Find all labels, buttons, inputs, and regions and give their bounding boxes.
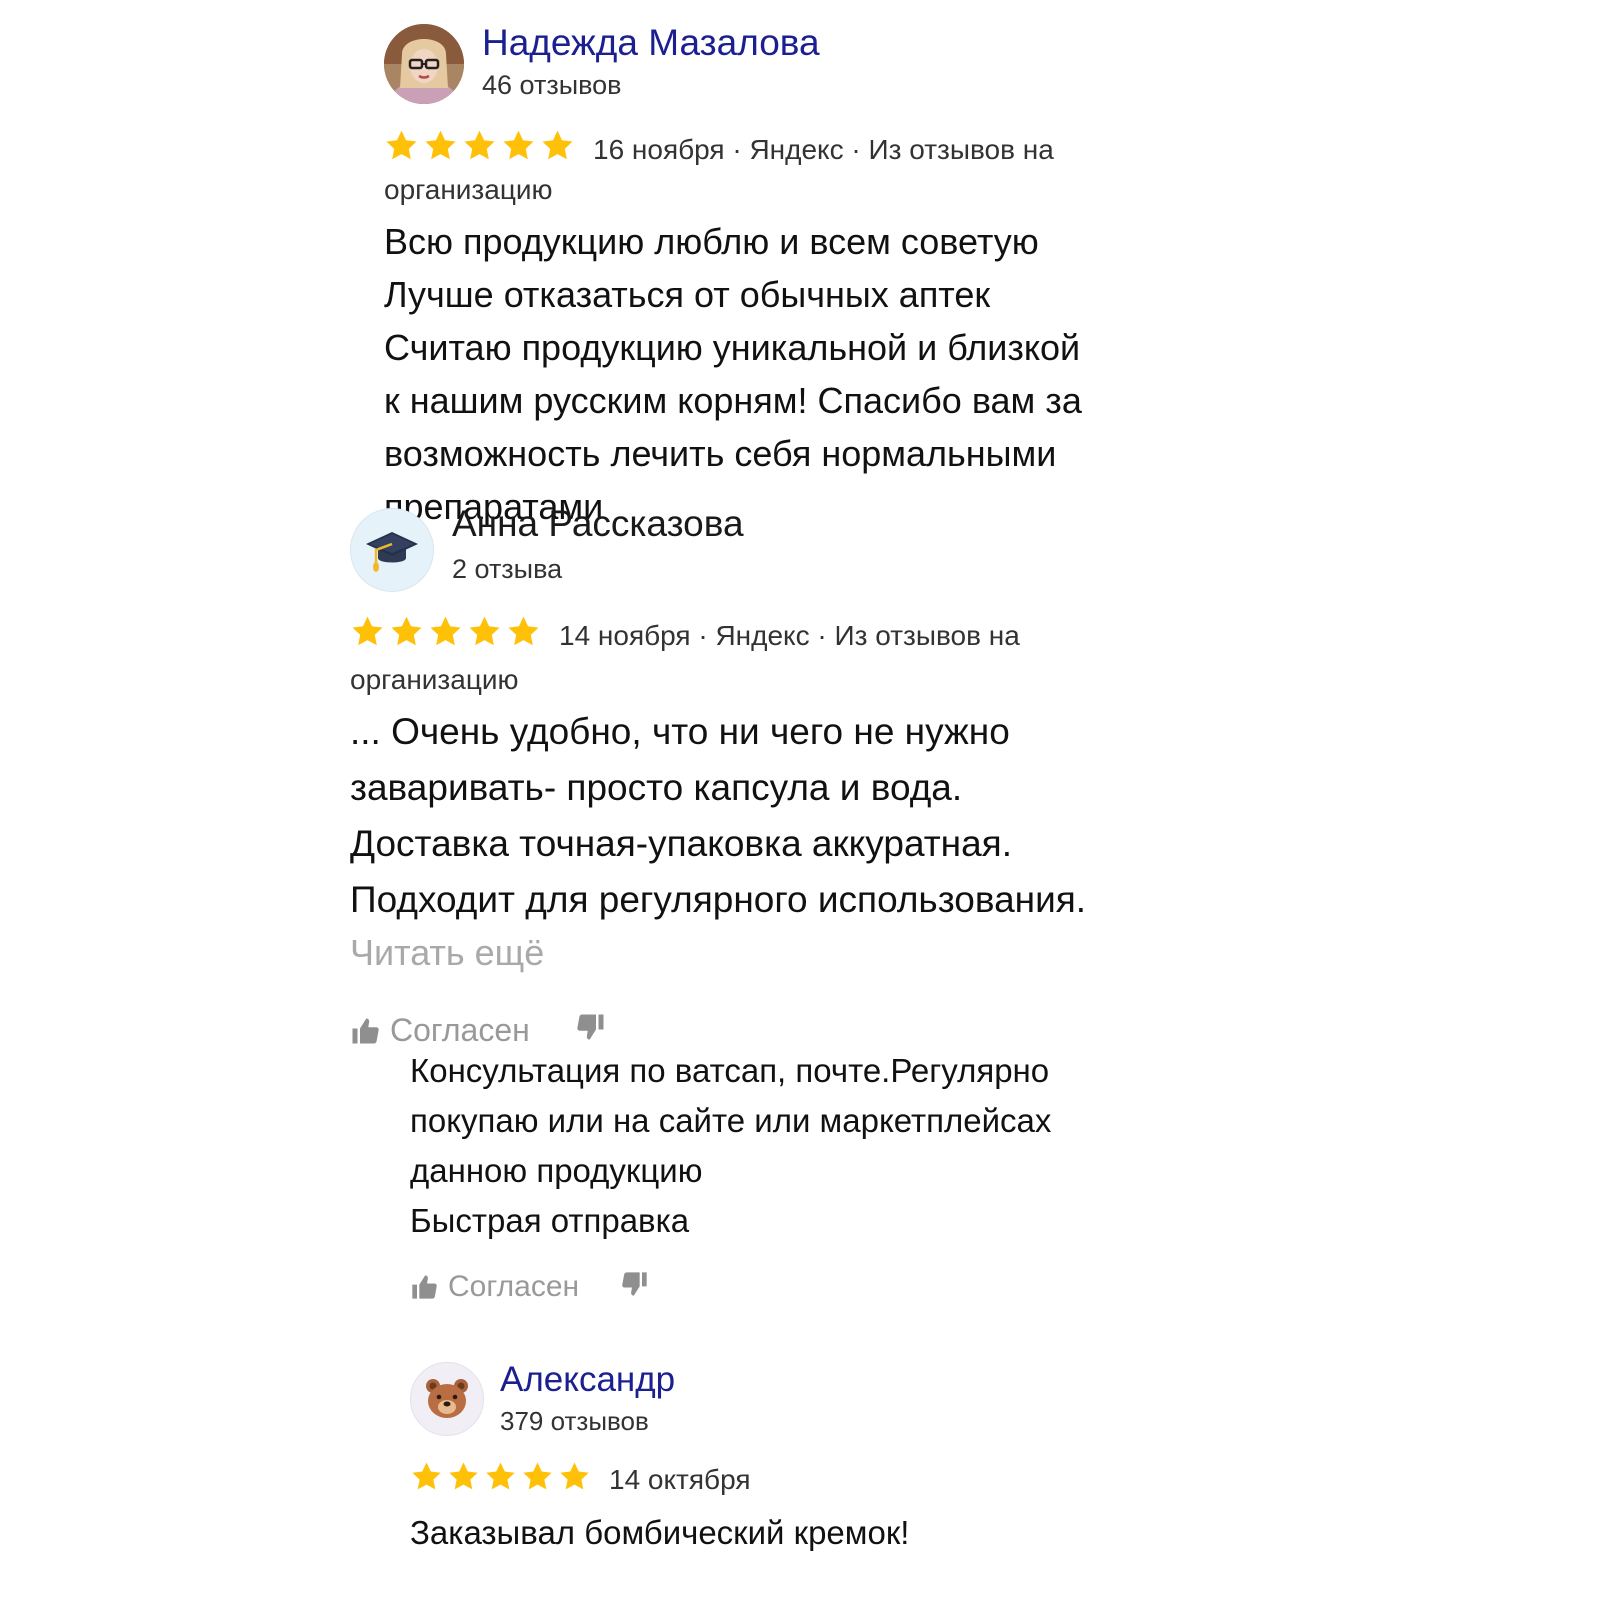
- review-date: 14 октября: [609, 1464, 751, 1495]
- author-name[interactable]: Анна Рассказова: [452, 503, 744, 545]
- rating-stars: [384, 128, 575, 163]
- read-more-link[interactable]: Читать ещё: [350, 932, 544, 974]
- rating-stars: [350, 614, 541, 649]
- review-text-line: Считаю продукцию уникальной и близкой: [384, 327, 1081, 368]
- review-date-source: 14 ноября · Яндекс · Из отзывов на: [559, 620, 1020, 651]
- thumbs-down-icon[interactable]: [621, 1270, 649, 1298]
- review-count: 379 отзывов: [500, 1406, 649, 1436]
- review-text-line: покупаю или на сайте или маркетплейсах: [410, 1102, 1052, 1139]
- avatar[interactable]: [384, 24, 464, 104]
- star-icon: [484, 1460, 517, 1493]
- star-icon: [521, 1460, 554, 1493]
- star-icon: [540, 128, 575, 163]
- review-text-line: Лучше отказаться от обычных аптек: [384, 274, 991, 315]
- star-icon: [410, 1460, 443, 1493]
- user-photo-icon: [384, 24, 464, 104]
- review-text-line: Быстрая отправка: [410, 1202, 690, 1239]
- star-icon: [501, 128, 536, 163]
- star-icon: [423, 128, 458, 163]
- author-name[interactable]: Надежда Мазалова: [482, 22, 820, 64]
- star-icon: [467, 614, 502, 649]
- thumbs-up-icon[interactable]: [350, 1016, 380, 1046]
- review-date-source: 16 ноября · Яндекс · Из отзывов на: [593, 134, 1054, 165]
- graduation-cap-icon: [366, 532, 418, 572]
- review-text-line: Заказывал бомбический кремок!: [410, 1514, 910, 1551]
- review-meta: 14 ноября · Яндекс · Из отзывов на орган…: [350, 614, 1020, 702]
- vote-controls: Согласен: [410, 1270, 649, 1304]
- review-text-line: Консультация по ватсап, почте.Регулярно: [410, 1052, 1050, 1089]
- rating-stars: [410, 1460, 591, 1493]
- vote-controls: Согласен: [350, 1012, 606, 1049]
- review-text-line: ... Очень удобно, что ни чего не нужно: [350, 711, 1010, 752]
- star-icon: [462, 128, 497, 163]
- star-icon: [384, 128, 419, 163]
- star-icon: [558, 1460, 591, 1493]
- thumbs-down-icon[interactable]: [576, 1012, 606, 1042]
- thumbs-up-icon[interactable]: [410, 1273, 438, 1301]
- review-meta: 14 октября: [410, 1460, 751, 1500]
- bear-face-icon: [426, 1379, 468, 1418]
- agree-button[interactable]: Согласен: [390, 1012, 530, 1049]
- review-text-line: заваривать- просто капсула и вода.: [350, 767, 963, 808]
- star-icon: [428, 614, 463, 649]
- agree-button[interactable]: Согласен: [448, 1270, 579, 1304]
- review-source-cont: организацию: [350, 664, 519, 695]
- review-text-line: возможность лечить себя нормальными: [384, 433, 1057, 474]
- star-icon: [350, 614, 385, 649]
- review-source-cont: организацию: [384, 174, 553, 205]
- author-name[interactable]: Александр: [500, 1360, 675, 1400]
- review-text-line: данною продукцию: [410, 1152, 703, 1189]
- star-icon: [506, 614, 541, 649]
- review-count: 46 отзывов: [482, 70, 622, 100]
- review-text-line: Всю продукцию люблю и всем советую: [384, 221, 1039, 262]
- star-icon: [447, 1460, 480, 1493]
- avatar[interactable]: [350, 508, 434, 592]
- review-count: 2 отзыва: [452, 554, 563, 584]
- avatar[interactable]: [410, 1362, 484, 1436]
- review-meta: 16 ноября · Яндекс · Из отзывов на орган…: [384, 128, 1054, 210]
- star-icon: [389, 614, 424, 649]
- review-text-line: Доставка точная-упаковка аккуратная.: [350, 823, 1012, 864]
- review-text-line: Подходит для регулярного использования.: [350, 879, 1087, 920]
- review-text-line: к нашим русским корням! Спасибо вам за: [384, 380, 1082, 421]
